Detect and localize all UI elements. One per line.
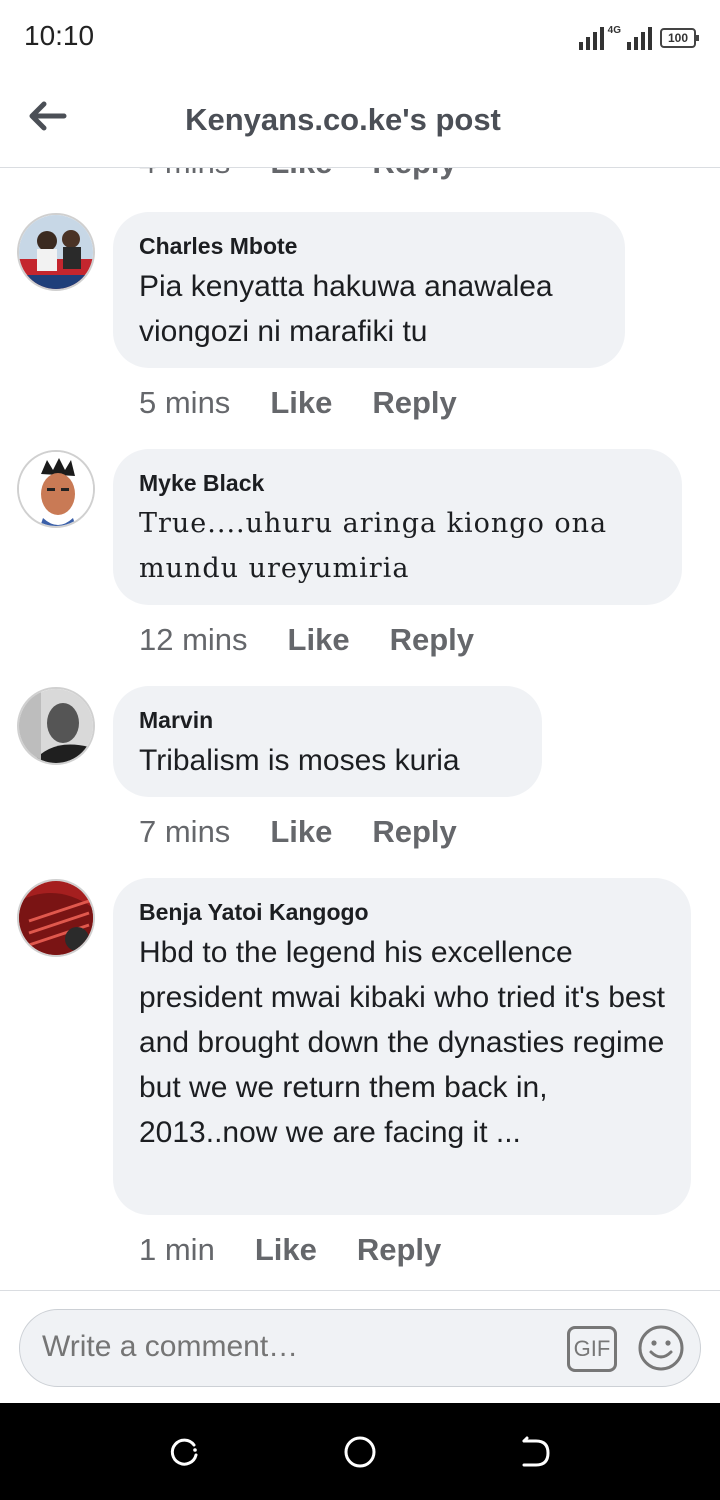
comment-meta-partial: 4 mins Like Reply — [139, 168, 457, 183]
like-button[interactable]: Like — [270, 168, 332, 181]
network-type: 4G — [607, 25, 621, 36]
like-button[interactable]: Like — [288, 622, 350, 658]
avatar[interactable] — [17, 213, 95, 291]
comment-input[interactable] — [42, 1330, 542, 1364]
back-icon[interactable] — [518, 1435, 552, 1469]
reply-button[interactable]: Reply — [390, 622, 474, 658]
home-circle-icon[interactable] — [343, 1435, 377, 1469]
signal-icon-secondary — [627, 24, 652, 50]
smiley-icon[interactable] — [637, 1324, 685, 1372]
recent-apps-icon[interactable] — [168, 1435, 202, 1469]
reply-button[interactable]: Reply — [372, 385, 456, 421]
comment-bubble[interactable]: Charles Mbote Pia kenyatta hakuwa anawal… — [113, 212, 625, 368]
gif-icon[interactable]: GIF — [567, 1326, 617, 1372]
reply-button[interactable]: Reply — [372, 814, 456, 850]
status-time: 10:10 — [24, 20, 95, 51]
comment-text: Hbd to the legend his excellence preside… — [139, 936, 665, 1149]
comment-bubble[interactable]: Benja Yatoi Kangogo Hbd to the legend hi… — [113, 878, 691, 1215]
comment-bubble[interactable]: Marvin Tribalism is moses kuria — [113, 686, 542, 797]
comment-author[interactable]: Marvin — [139, 706, 516, 734]
like-button[interactable]: Like — [255, 1232, 317, 1268]
comment-composer-bar: GIF — [0, 1290, 720, 1403]
comment-actions: 12 mins Like Reply — [139, 620, 474, 660]
comment-composer[interactable]: GIF — [19, 1309, 701, 1387]
status-icons: 4G 100 — [578, 20, 699, 50]
comment-actions: 1 min Like Reply — [139, 1230, 441, 1270]
like-button[interactable]: Like — [270, 385, 332, 421]
page-title: Kenyans.co.ke's post — [185, 102, 501, 137]
system-nav-bar — [0, 1403, 720, 1500]
comment-bubble[interactable]: Myke Black True....uhuru aringa kiongo o… — [113, 449, 682, 605]
comment-actions: 7 mins Like Reply — [139, 812, 457, 852]
comments-list[interactable]: 4 mins Like Reply Charles Mbote Pia keny — [0, 168, 720, 1290]
battery-icon: 100 — [660, 28, 699, 48]
avatar[interactable] — [17, 450, 95, 528]
comment-author[interactable]: Charles Mbote — [139, 232, 599, 260]
comment-author[interactable]: Myke Black — [139, 469, 656, 497]
status-bar: 10:10 4G 100 — [0, 0, 720, 72]
comment-time: 4 mins — [139, 168, 230, 181]
reply-button[interactable]: Reply — [372, 168, 456, 181]
comment-time: 7 mins — [139, 814, 231, 849]
comment-actions: 5 mins Like Reply — [139, 383, 457, 423]
comment-text: Pia kenyatta hakuwa anawalea viongozi ni… — [139, 270, 553, 348]
comment-text: True....uhuru aringa kiongo ona mundu ur… — [139, 508, 608, 584]
comment-time: 1 min — [139, 1232, 215, 1267]
comment-author[interactable]: Benja Yatoi Kangogo — [139, 898, 665, 926]
reply-button[interactable]: Reply — [357, 1232, 441, 1268]
comment-time: 12 mins — [139, 622, 248, 657]
like-button[interactable]: Like — [270, 814, 332, 850]
post-header: Kenyans.co.ke's post — [0, 72, 720, 168]
comment-text: Tribalism is moses kuria — [139, 744, 460, 777]
avatar[interactable] — [17, 687, 95, 765]
avatar[interactable] — [17, 879, 95, 957]
comment-time: 5 mins — [139, 385, 231, 420]
signal-icon — [578, 24, 604, 50]
